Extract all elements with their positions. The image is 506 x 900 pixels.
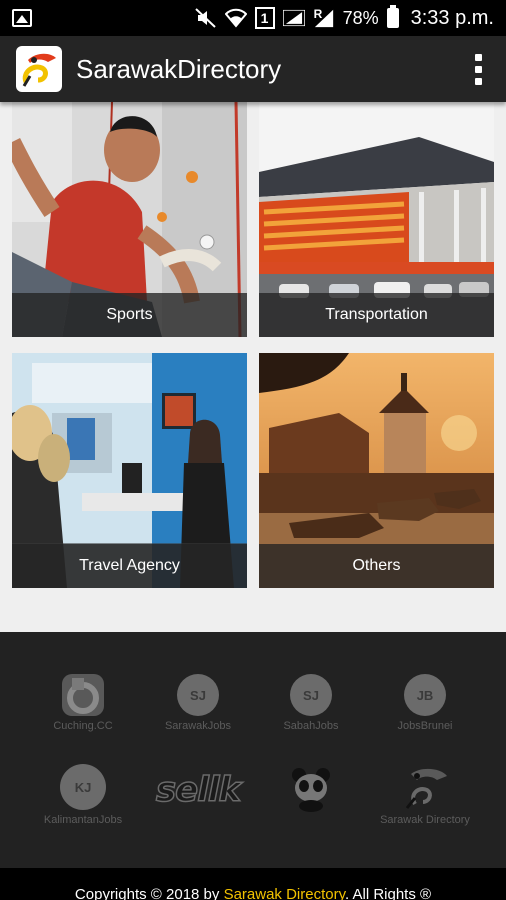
category-tile-others[interactable]: Others bbox=[259, 353, 494, 588]
copyright-brand-link[interactable]: Sarawak Directory bbox=[224, 886, 345, 900]
partner-jobsbrunei[interactable]: JB JobsBrunei bbox=[370, 674, 480, 732]
kalimantanjobs-logo-icon: KJ bbox=[60, 764, 106, 810]
jobsbrunei-logo-icon: JB bbox=[404, 674, 446, 716]
sarawakjobs-logo-icon: SJ bbox=[177, 674, 219, 716]
partner-footer: Cuching.CC SJ SarawakJobs SJ SabahJobs J… bbox=[0, 632, 506, 870]
clock: 3:33 p.m. bbox=[410, 6, 494, 29]
partner-label: KalimantanJobs bbox=[43, 814, 123, 826]
app-title: SarawakDirectory bbox=[76, 53, 282, 84]
copyright-prefix: Copyrights © 2018 by bbox=[74, 886, 224, 900]
signal-icon bbox=[282, 8, 305, 28]
partner-panda[interactable] bbox=[256, 766, 366, 812]
category-tile-sports[interactable]: Sports bbox=[12, 102, 247, 337]
cuching-cc-logo-icon bbox=[62, 674, 104, 716]
battery-icon bbox=[386, 5, 399, 28]
app-logo[interactable] bbox=[16, 46, 62, 92]
partner-sabahjobs[interactable]: SJ SabahJobs bbox=[256, 674, 366, 732]
panda-logo-icon bbox=[292, 768, 330, 812]
partner-sellk[interactable]: sellk bbox=[138, 769, 258, 811]
category-label: Sports bbox=[12, 293, 247, 337]
partner-sarawak-directory[interactable]: Sarawak Directory bbox=[370, 764, 480, 826]
mute-icon bbox=[194, 8, 217, 28]
partner-cuching-cc[interactable]: Cuching.CC bbox=[28, 674, 138, 732]
partner-sarawakjobs[interactable]: SJ SarawakJobs bbox=[143, 674, 253, 732]
partner-label: SarawakJobs bbox=[164, 720, 232, 732]
copyright-bar: Copyrights © 2018 by Sarawak Directory. … bbox=[0, 868, 506, 900]
roaming-signal-icon: R bbox=[313, 7, 335, 28]
hornbill-logo-icon bbox=[405, 768, 447, 809]
overflow-menu-button[interactable] bbox=[466, 49, 490, 89]
partner-label: JobsBrunei bbox=[397, 720, 453, 732]
copyright-suffix: . All Rights ® bbox=[344, 886, 432, 900]
category-label: Transportation bbox=[259, 293, 494, 337]
partner-label: Sarawak Directory bbox=[380, 814, 470, 826]
sim-slot-icon: 1 bbox=[254, 7, 275, 29]
partner-label: Cuching.CC bbox=[53, 720, 113, 732]
category-tile-transportation[interactable]: Transportation bbox=[259, 102, 494, 337]
sellk-logo: sellk bbox=[155, 769, 242, 811]
roaming-label: R bbox=[313, 7, 323, 21]
status-bar: 1 R 78% 3:33 p.m. bbox=[0, 0, 506, 36]
menu-dot bbox=[474, 53, 482, 61]
menu-dot bbox=[474, 65, 482, 73]
partner-label: SabahJobs bbox=[283, 720, 339, 732]
app-bar: SarawakDirectory bbox=[0, 36, 506, 102]
sabahjobs-logo-icon: SJ bbox=[290, 674, 332, 716]
category-label: Travel Agency bbox=[12, 544, 247, 588]
battery-percent: 78% bbox=[342, 7, 379, 28]
partner-kalimantanjobs[interactable]: KJ KalimantanJobs bbox=[28, 764, 138, 826]
wifi-icon bbox=[224, 8, 247, 28]
category-tile-travel-agency[interactable]: Travel Agency bbox=[12, 353, 247, 588]
menu-dot bbox=[474, 77, 482, 85]
category-label: Others bbox=[259, 544, 494, 588]
image-notification-icon bbox=[12, 9, 32, 27]
